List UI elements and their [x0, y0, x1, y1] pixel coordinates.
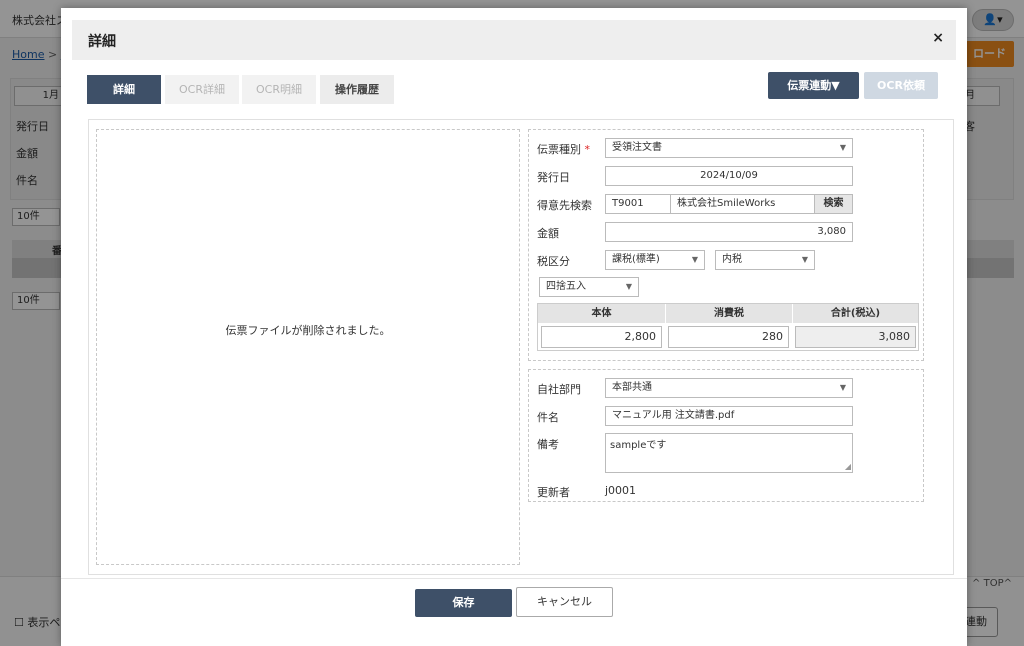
- tax-calc-table: 本体 消費税 合計(税込) 2,800 280 3,080: [537, 303, 919, 351]
- tab-detail[interactable]: 詳細: [87, 75, 161, 104]
- subject-label: 件名: [537, 411, 559, 424]
- subject-field[interactable]: マニュアル用 注文請書.pdf: [605, 406, 853, 426]
- calc-tax-field[interactable]: 280: [668, 326, 789, 348]
- tab-history[interactable]: 操作履歴: [320, 75, 394, 104]
- chevron-down-icon: ▼: [839, 383, 846, 392]
- tax-type-select[interactable]: 課税(標準) ▼: [605, 250, 705, 270]
- cancel-button[interactable]: キャンセル: [516, 587, 613, 617]
- note-textarea[interactable]: sampleです ◢: [605, 433, 853, 473]
- department-label: 自社部門: [537, 383, 581, 396]
- rounding-select[interactable]: 四捨五入 ▼: [539, 277, 639, 297]
- voucher-form-section: 伝票種別 * 受領注文書 ▼ 発行日 2024/10/09 得意先検索 T900…: [528, 129, 924, 361]
- tab-ocr-lines[interactable]: OCR明細: [242, 75, 316, 104]
- note-label: 備考: [537, 438, 559, 451]
- ocr-request-button[interactable]: OCR依頼: [864, 72, 938, 99]
- modal-footer-divider: [61, 578, 967, 579]
- department-select[interactable]: 本部共通 ▼: [605, 378, 853, 398]
- updater-label: 更新者: [537, 486, 570, 499]
- resize-handle-icon[interactable]: ◢: [845, 463, 851, 471]
- preview-message: 伝票ファイルが削除されました。: [225, 324, 391, 337]
- customer-search-button[interactable]: 検索: [814, 194, 853, 214]
- modal-title: 詳細: [88, 34, 116, 50]
- calc-header-tax: 消費税: [666, 304, 792, 323]
- issue-date-field[interactable]: 2024/10/09: [605, 166, 853, 186]
- chevron-down-icon: ▼: [801, 255, 808, 264]
- close-icon[interactable]: ×: [932, 30, 944, 46]
- chevron-down-icon: ▼: [691, 255, 698, 264]
- chevron-down-icon: ▼: [839, 143, 846, 152]
- calc-header-base: 本体: [538, 304, 665, 323]
- detail-modal: 詳細 × 詳細 OCR詳細 OCR明細 操作履歴 伝票連動▼ OCR依頼 伝票フ…: [61, 8, 967, 646]
- calc-header-total: 合計(税込): [793, 304, 918, 323]
- tab-ocr-detail[interactable]: OCR詳細: [165, 75, 239, 104]
- amount-label: 金額: [537, 227, 559, 240]
- modal-header: 詳細 ×: [72, 20, 956, 60]
- voucher-link-button[interactable]: 伝票連動▼: [768, 72, 859, 99]
- doc-type-select[interactable]: 受領注文書 ▼: [605, 138, 853, 158]
- detail-form-section: 自社部門 本部共通 ▼ 件名 マニュアル用 注文請書.pdf 備考 sample…: [528, 369, 924, 502]
- customer-code-field[interactable]: T9001: [605, 194, 671, 214]
- updater-value: j0001: [605, 484, 637, 497]
- calc-total-field: 3,080: [795, 326, 916, 348]
- amount-field[interactable]: 3,080: [605, 222, 853, 242]
- tax-method-select[interactable]: 内税 ▼: [715, 250, 815, 270]
- save-button[interactable]: 保存: [415, 589, 512, 617]
- tax-label: 税区分: [537, 255, 570, 268]
- customer-name-field[interactable]: 株式会社SmileWorks: [670, 194, 815, 214]
- file-preview-area: 伝票ファイルが削除されました。: [96, 129, 520, 565]
- chevron-down-icon: ▼: [625, 282, 632, 291]
- customer-search-label: 得意先検索: [537, 199, 592, 212]
- modal-content: 伝票ファイルが削除されました。 伝票種別 * 受領注文書 ▼ 発行日 2024/…: [88, 119, 954, 575]
- issue-date-label: 発行日: [537, 171, 570, 184]
- calc-base-field[interactable]: 2,800: [541, 326, 662, 348]
- doc-type-label: 伝票種別 *: [537, 143, 590, 156]
